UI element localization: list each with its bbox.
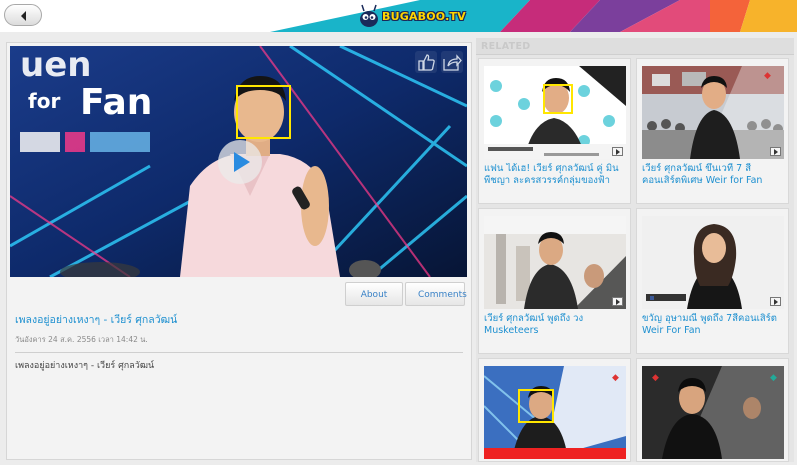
related-item[interactable]: ขวัญ อุษามณี พูดถึง 7สีคอนเสิร์ต Weir Fo… [636,208,789,354]
video-icon [770,147,781,156]
related-panel: RELATED แฟน ได้เฮ! เวียร์ ศุกลวัฒน์ คู่ … [476,38,794,462]
related-item-title: เวียร์ ศุกลวัฒน์ ขึ้นเวที 7 สีคอนเสิร์ตพ… [642,163,763,186]
bugaboo-logo[interactable]: BUGABOO.TV [358,3,466,29]
video-info: เพลงอยู่อย่างเหงาๆ - เวียร์ ศุกลวัฒน์ วั… [15,311,463,372]
thumbs-up-icon [418,54,435,71]
video-description: เพลงอยู่อย่างเหงาๆ - เวียร์ ศุกลวัฒน์ [15,361,155,371]
like-button[interactable] [415,51,437,73]
video-icon [612,297,623,306]
video-toolbar [415,51,463,73]
related-header: RELATED [476,38,794,55]
svg-text:◆: ◆ [764,71,771,81]
video-date: วันอังคาร 24 ส.ค. 2556 เวลา 14:42 น. [15,335,148,344]
play-button[interactable] [218,140,262,184]
related-item[interactable]: ◆ ◆ [636,358,789,462]
related-item[interactable]: เวียร์ ศุกลวัฒน์ พูดถึง วง Musketeers [478,208,631,354]
tab-about[interactable]: About [345,282,403,306]
related-item-title: ขวัญ อุษามณี พูดถึง 7สีคอนเสิร์ต Weir Fo… [642,313,777,336]
thumbnail [484,216,626,309]
divider [15,352,463,353]
video-player[interactable]: uen for Fan [10,46,467,277]
related-item[interactable]: ◆ [478,358,631,462]
mascot-icon [360,4,378,27]
related-title: RELATED [481,41,531,52]
svg-text:Fan: Fan [80,82,152,123]
thumbnail [484,66,626,159]
svg-text:◆: ◆ [652,373,659,383]
related-item-title: แฟน ได้เฮ! เวียร์ ศุกลวัฒน์ คู่ มิน พีชญ… [484,163,619,186]
share-icon [443,54,462,71]
chevron-left-icon [21,11,26,21]
thumbnail [642,216,784,309]
video-icon [770,297,781,306]
video-title: เพลงอยู่อย่างเหงาๆ - เวียร์ ศุกลวัฒน์ [15,314,178,326]
top-bar: BUGABOO.TV [0,0,797,32]
thumbnail: ◆ ◆ [642,366,784,459]
video-icon [612,147,623,156]
svg-text:◆: ◆ [612,373,619,383]
tab-comments[interactable]: Comments [405,282,467,306]
svg-text:uen: uen [20,46,91,85]
back-button[interactable] [4,4,42,26]
play-icon [234,152,250,172]
video-panel: uen for Fan About Comments เพลงอยู่อย่าง… [6,42,472,460]
share-button[interactable] [441,51,463,73]
related-item[interactable]: แฟน ได้เฮ! เวียร์ ศุกลวัฒน์ คู่ มิน พีชญ… [478,58,631,204]
logo-text: BUGABOO.TV [382,9,466,23]
svg-text:◆: ◆ [770,373,777,383]
brand-stripes [270,0,797,32]
info-tabs: About Comments [345,282,467,306]
related-item-title: เวียร์ ศุกลวัฒน์ พูดถึง วง Musketeers [484,313,584,336]
svg-text:for: for [28,89,60,113]
face-detection-box [543,84,573,114]
face-detection-box [236,85,291,139]
face-detection-box [518,389,554,423]
related-item[interactable]: ◆ เวียร์ ศุกลวัฒน์ ขึ้นเวที 7 สีคอนเสิร์… [636,58,789,204]
thumbnail: ◆ [642,66,784,159]
thumbnail: ◆ [484,366,626,459]
